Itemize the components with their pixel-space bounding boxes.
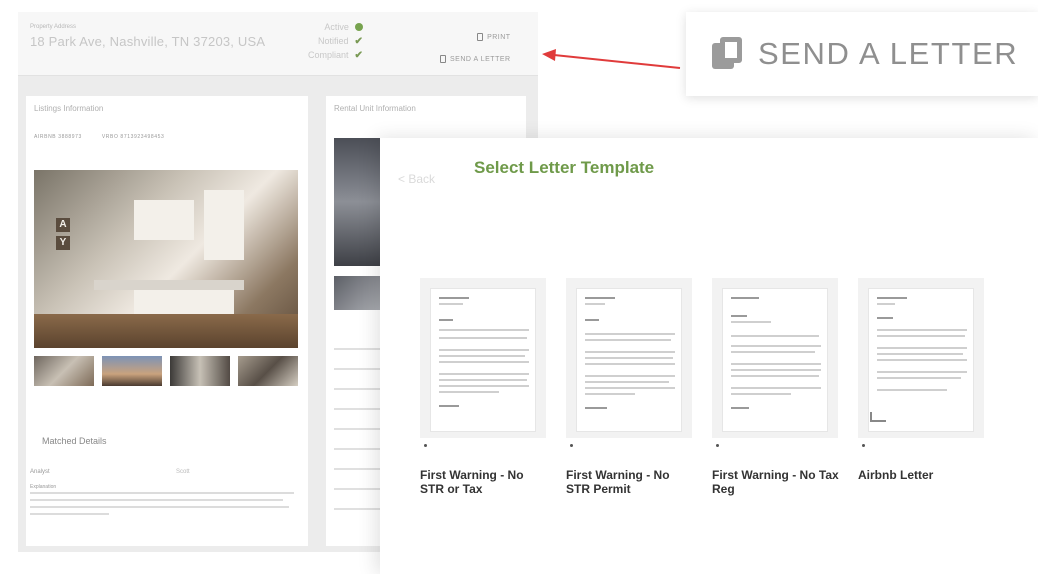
select-letter-template-modal: < Back Select Letter Template First Warn… xyxy=(380,138,1038,574)
active-dot-icon xyxy=(354,23,363,31)
analyst-value: Scott xyxy=(176,469,190,475)
listings-panel-title: Listings Information xyxy=(34,104,104,113)
template-label: First Warning - No STR or Tax xyxy=(420,468,524,496)
explanation-text xyxy=(30,492,294,520)
address-eyebrow: Property Address xyxy=(30,24,77,30)
photo-thumbnail[interactable] xyxy=(34,356,94,386)
analyst-label: Analyst xyxy=(30,469,50,475)
template-label: First Warning - No Tax Reg xyxy=(712,468,839,496)
copy-document-icon xyxy=(440,55,446,63)
card-bullet xyxy=(862,444,865,447)
back-link[interactable]: < Back xyxy=(398,172,435,186)
send-letter-label: SEND A LETTER xyxy=(450,55,511,63)
template-card[interactable]: First Warning - No STR Permit xyxy=(566,278,692,496)
template-preview xyxy=(712,278,838,438)
header-actions: PRINT SEND A LETTER xyxy=(440,26,511,70)
checkmark-icon: ✔ xyxy=(354,49,363,61)
status-compliant: Compliant ✔ xyxy=(308,48,363,62)
copy-document-icon xyxy=(712,37,746,71)
print-label: PRINT xyxy=(487,33,511,41)
listings-panel: Listings Information AIRBNB 3888973 VRBO… xyxy=(26,96,308,546)
photo-thumbnails xyxy=(34,356,298,386)
listing-tabs: AIRBNB 3888973 VRBO 8713923498453 xyxy=(34,134,182,140)
property-header: Property Address 18 Park Ave, Nashville,… xyxy=(18,12,538,76)
card-bullet xyxy=(716,444,719,447)
status-notified: Notified ✔ xyxy=(308,34,363,48)
modal-title: Select Letter Template xyxy=(474,158,655,177)
explanation-label: Explanation xyxy=(30,484,57,490)
template-label: First Warning - No STR Permit xyxy=(566,468,670,496)
card-bullet xyxy=(424,444,427,447)
send-letter-button[interactable]: SEND A LETTER xyxy=(440,48,511,70)
checkmark-icon: ✔ xyxy=(354,35,363,47)
listing-main-photo[interactable]: A Y xyxy=(34,170,298,348)
template-preview xyxy=(858,278,984,438)
template-card[interactable]: First Warning - No Tax Reg xyxy=(712,278,839,496)
card-bullet xyxy=(570,444,573,447)
photo-thumbnail[interactable] xyxy=(238,356,298,386)
status-label: Compliant xyxy=(308,50,349,60)
status-label: Active xyxy=(324,22,349,32)
send-letter-callout-label: SEND A LETTER xyxy=(758,36,1019,71)
tab-airbnb[interactable]: AIRBNB 3888973 xyxy=(34,134,82,140)
print-icon xyxy=(477,33,484,41)
signature-mark xyxy=(870,412,886,422)
print-button[interactable]: PRINT xyxy=(440,26,511,48)
photo-thumbnail[interactable] xyxy=(170,356,230,386)
photo-thumbnail[interactable] xyxy=(102,356,162,386)
template-card[interactable]: Airbnb Letter xyxy=(858,278,984,482)
status-active: Active xyxy=(308,20,363,34)
template-preview xyxy=(420,278,546,438)
tab-vrbo[interactable]: VRBO 8713923498453 xyxy=(102,134,165,140)
template-label: Airbnb Letter xyxy=(858,468,934,482)
status-label: Notified xyxy=(318,36,349,46)
template-card[interactable]: First Warning - No STR or Tax xyxy=(420,278,546,496)
template-preview xyxy=(566,278,692,438)
matched-details-title: Matched Details xyxy=(42,436,107,446)
send-letter-callout[interactable]: SEND A LETTER xyxy=(686,12,1038,96)
rental-panel-title: Rental Unit Information xyxy=(334,104,416,113)
property-address: 18 Park Ave, Nashville, TN 37203, USA xyxy=(30,34,266,49)
status-list: Active Notified ✔ Compliant ✔ xyxy=(308,20,363,62)
